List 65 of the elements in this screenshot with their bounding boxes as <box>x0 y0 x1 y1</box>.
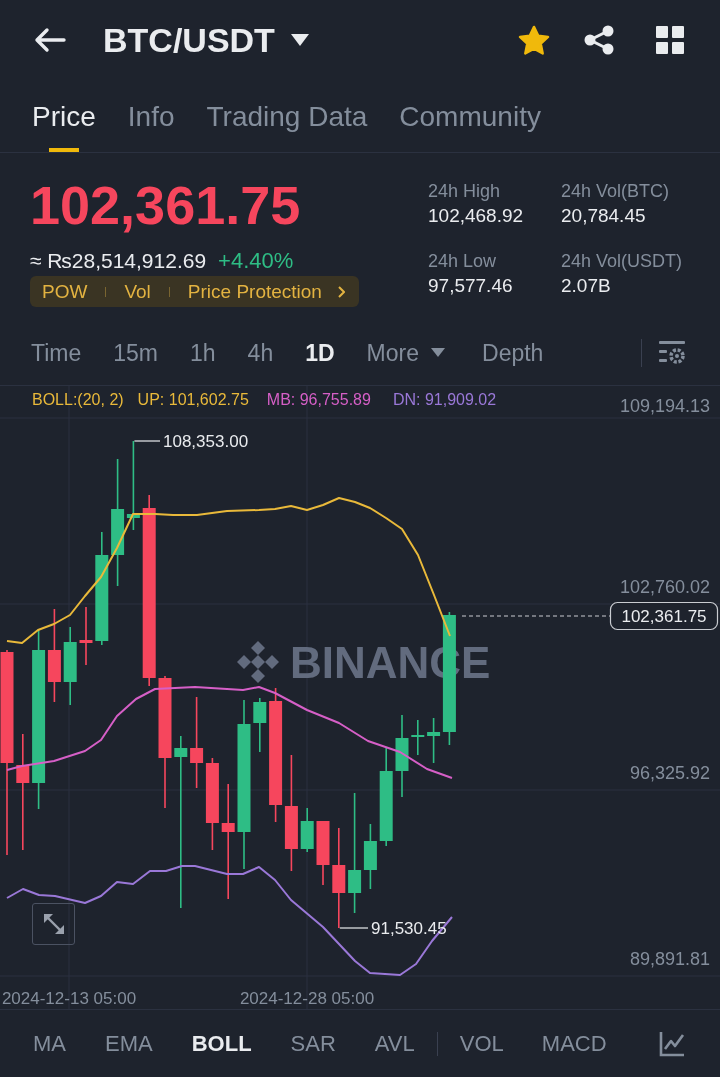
price-axis-label: 109,194.13 <box>619 396 710 416</box>
more-dropdown[interactable]: More <box>366 337 445 368</box>
tab[interactable]: Info <box>127 80 175 152</box>
fiat-price: ≈ ₨28,514,912.69 <box>30 248 207 274</box>
interval-tab[interactable]: 4h <box>247 337 274 368</box>
caret-down-icon <box>431 348 445 357</box>
price-axis-label: 96,325.92 <box>629 763 710 783</box>
chevron-right-icon <box>337 285 345 298</box>
stat-label: 24h Low <box>428 250 497 273</box>
pair-selector[interactable]: BTC/USDT <box>103 20 309 60</box>
tab[interactable]: Trading Data <box>206 80 368 152</box>
candle <box>79 606 93 666</box>
date-axis-label: 2024-12-13 05:00 <box>1 989 137 1008</box>
star-icon[interactable] <box>518 24 550 56</box>
stat-value: 97,577.46 <box>428 274 513 298</box>
indicator-legend-text: BOLL:(20, 2) <box>32 390 124 410</box>
price-axis-label: 89,891.81 <box>629 949 710 969</box>
tags-bar[interactable]: POW Vol Price Protection <box>30 276 359 307</box>
leader-line <box>339 927 369 929</box>
back-arrow-icon[interactable] <box>34 27 66 53</box>
stat-value: 2.07B <box>561 274 611 298</box>
stat-value: 102,468.92 <box>428 204 524 228</box>
indicator-tab[interactable]: MA <box>33 1029 66 1058</box>
indicator-legend-text: DN: 91,909.02 <box>392 390 497 410</box>
last-price: 102,361.75 <box>30 174 301 236</box>
expand-icon <box>41 912 66 936</box>
share-icon[interactable] <box>584 25 614 55</box>
view-tab[interactable]: Depth <box>482 337 544 368</box>
candle <box>316 820 330 886</box>
caret-down-icon <box>290 34 309 46</box>
tab[interactable]: Community <box>399 80 541 152</box>
price-change: +4.40% <box>218 247 294 275</box>
stat-label: 24h Vol(USDT) <box>561 250 683 273</box>
tab[interactable]: Price <box>32 80 96 152</box>
stat-value: 20,784.45 <box>561 204 646 228</box>
high-price-label: 108,353.00 <box>163 432 249 451</box>
interval-tab[interactable]: 15m <box>113 337 158 368</box>
indicator-tab[interactable]: BOLL <box>191 1029 252 1058</box>
indicator-tab[interactable]: MACD <box>541 1029 607 1058</box>
stat-label: 24h High <box>428 180 501 203</box>
line-chart-icon[interactable] <box>659 1030 685 1057</box>
chart-settings-icon[interactable] <box>659 339 685 366</box>
indicator-tab[interactable]: SAR <box>290 1029 336 1058</box>
tag-text: POW <box>42 279 88 304</box>
current-price-tag: 102,361.75 <box>609 601 719 631</box>
grid-icon[interactable] <box>656 26 684 54</box>
indicator-tab[interactable]: VOL <box>459 1029 504 1058</box>
candle <box>411 719 425 756</box>
interval-tab[interactable]: 1D <box>305 337 335 368</box>
logo-icon <box>237 641 279 683</box>
candle <box>253 697 267 753</box>
indicator-legend-text: UP: 101,602.75 <box>137 390 249 410</box>
candle <box>300 807 314 853</box>
interval-tab[interactable]: Time <box>31 337 82 368</box>
indicator-legend-text: MB: 96,755.89 <box>266 390 371 410</box>
tag-text: Price Protection <box>187 279 322 304</box>
indicator-tab[interactable]: EMA <box>105 1029 153 1058</box>
indicator-tab[interactable]: AVL <box>374 1029 415 1058</box>
interval-tab[interactable]: 1h <box>190 337 216 368</box>
date-axis-label: 2024-12-28 05:00 <box>239 989 375 1008</box>
stat-label: 24h Vol(BTC) <box>561 180 670 203</box>
price-axis-label: 102,760.02 <box>619 577 710 597</box>
expand-button[interactable] <box>32 903 75 945</box>
tag-text: Vol <box>124 279 151 304</box>
leader-line <box>133 440 161 442</box>
